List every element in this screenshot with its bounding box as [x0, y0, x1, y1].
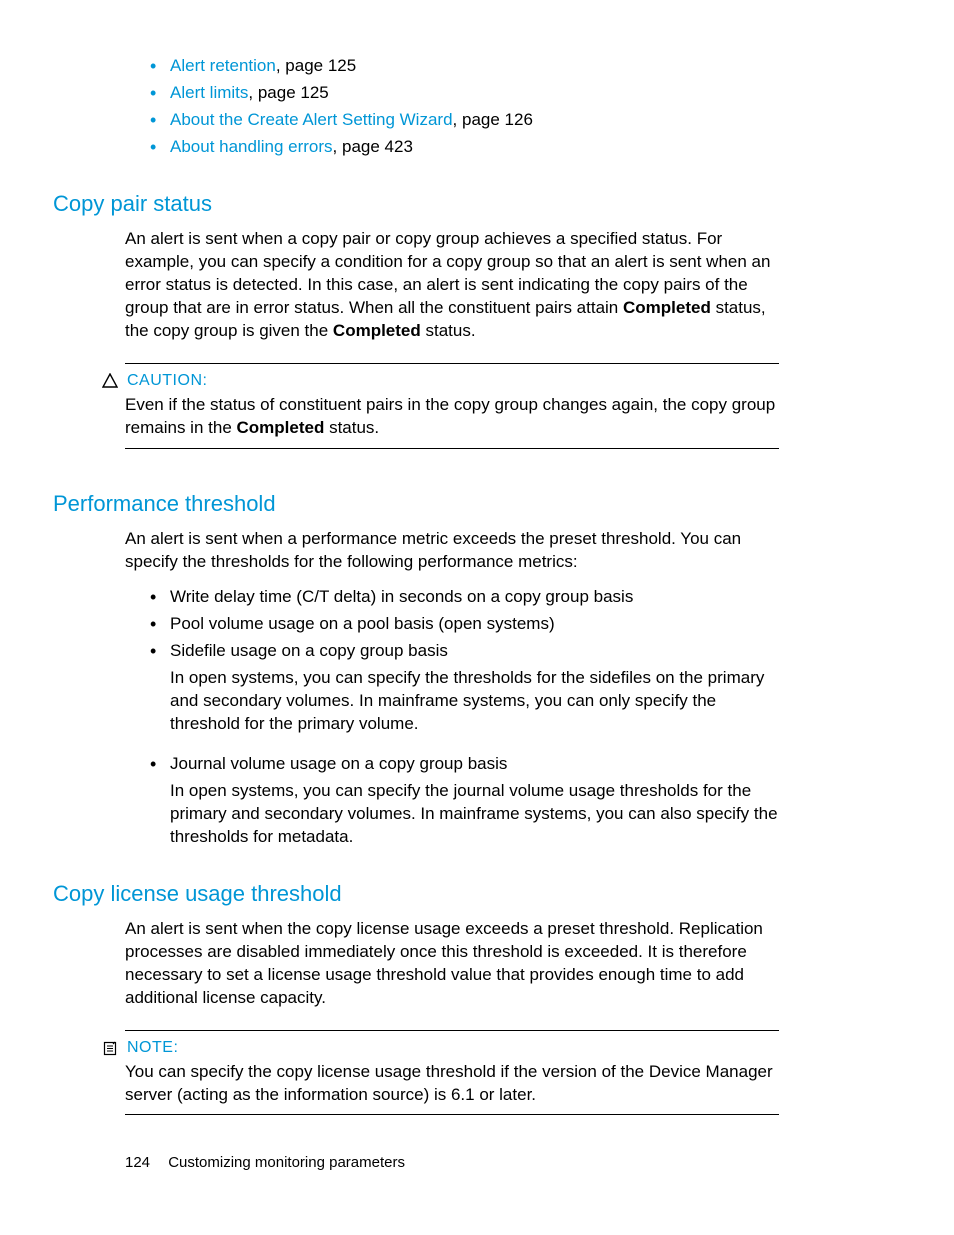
text: Journal volume usage on a copy group bas… [170, 754, 507, 773]
paragraph: An alert is sent when a copy pair or cop… [125, 228, 779, 343]
bold-text: Completed [237, 418, 325, 437]
admonition-header: CAUTION: [101, 370, 779, 392]
link-handling-errors[interactable]: About handling errors [170, 137, 333, 156]
admonition-header: NOTE: [101, 1037, 779, 1059]
cross-reference-list: Alert retention, page 125 Alert limits, … [125, 55, 779, 159]
caution-label: CAUTION: [127, 370, 207, 392]
divider [125, 448, 779, 449]
sub-paragraph: In open systems, you can specify the thr… [170, 667, 779, 736]
bold-text: Completed [623, 298, 711, 317]
page: Alert retention, page 125 Alert limits, … [0, 0, 954, 1235]
list-item: Alert limits, page 125 [150, 82, 779, 105]
page-number: 124 [125, 1154, 150, 1171]
text: status. [421, 321, 476, 340]
list-item: About the Create Alert Setting Wizard, p… [150, 109, 779, 132]
performance-metrics-list: Write delay time (C/T delta) in seconds … [125, 586, 779, 848]
page-ref: , page 125 [276, 56, 356, 75]
admonition-body: Even if the status of constituent pairs … [125, 394, 779, 440]
list-item: Write delay time (C/T delta) in seconds … [150, 586, 779, 609]
paragraph: An alert is sent when the copy license u… [125, 918, 779, 1010]
admonition-body: You can specify the copy license usage t… [125, 1061, 779, 1107]
text: Even if the status of constituent pairs … [125, 395, 775, 437]
content-area: Alert retention, page 125 Alert limits, … [0, 55, 954, 1115]
link-alert-limits[interactable]: Alert limits [170, 83, 248, 102]
heading-copy-license-usage-threshold: Copy license usage threshold [53, 879, 779, 909]
list-item: Pool volume usage on a pool basis (open … [150, 613, 779, 636]
heading-performance-threshold: Performance threshold [53, 489, 779, 519]
footer-title: Customizing monitoring parameters [168, 1154, 405, 1171]
sub-paragraph: In open systems, you can specify the jou… [170, 780, 779, 849]
note-icon [101, 1040, 119, 1056]
caution-admonition: CAUTION: Even if the status of constitue… [125, 363, 779, 448]
divider [125, 1030, 779, 1031]
list-item: Journal volume usage on a copy group bas… [150, 753, 779, 849]
text: Sidefile usage on a copy group basis [170, 641, 448, 660]
page-footer: 124 Customizing monitoring parameters [125, 1153, 405, 1173]
list-item: Alert retention, page 125 [150, 55, 779, 78]
list-item: Sidefile usage on a copy group basis In … [150, 640, 779, 736]
text: Pool volume usage on a pool basis (open … [170, 614, 555, 633]
divider [125, 1114, 779, 1115]
paragraph: An alert is sent when a performance metr… [125, 528, 779, 574]
page-ref: , page 125 [248, 83, 328, 102]
link-create-alert-setting-wizard[interactable]: About the Create Alert Setting Wizard [170, 110, 453, 129]
note-label: NOTE: [127, 1037, 178, 1059]
note-admonition: NOTE: You can specify the copy license u… [125, 1030, 779, 1115]
text: status. [324, 418, 379, 437]
text: Write delay time (C/T delta) in seconds … [170, 587, 633, 606]
bold-text: Completed [333, 321, 421, 340]
heading-copy-pair-status: Copy pair status [53, 189, 779, 219]
divider [125, 363, 779, 364]
page-ref: , page 423 [333, 137, 413, 156]
list-item: About handling errors, page 423 [150, 136, 779, 159]
link-alert-retention[interactable]: Alert retention [170, 56, 276, 75]
caution-icon [101, 373, 119, 388]
page-ref: , page 126 [453, 110, 533, 129]
